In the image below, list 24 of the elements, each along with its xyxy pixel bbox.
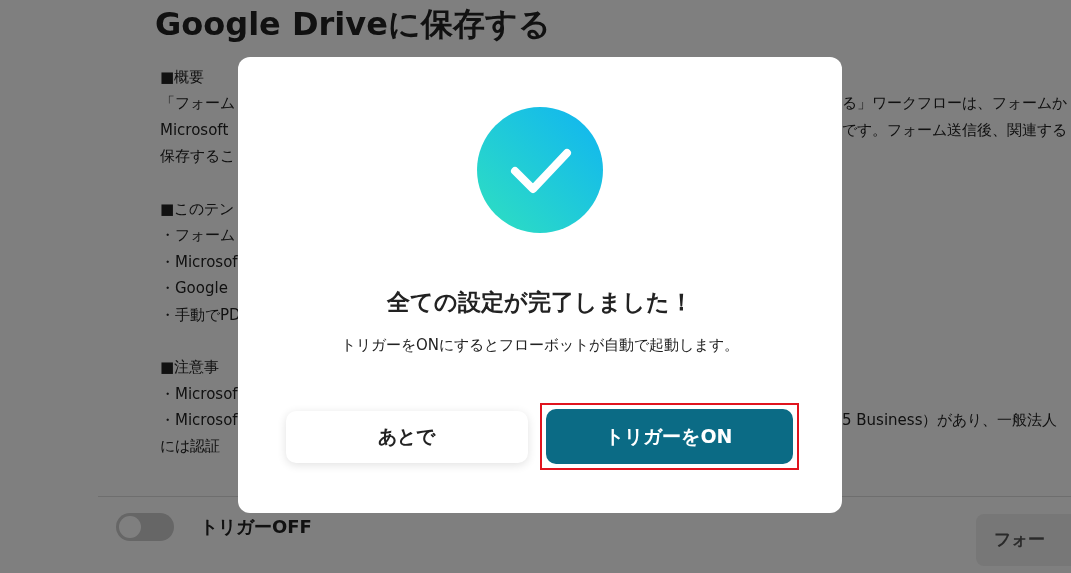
checkmark-icon [477,107,603,233]
page-title: Google Driveに保存する [155,4,552,45]
description-text: ・Microsof [160,252,238,271]
description-text: ■このテン [160,199,235,218]
description-text: 保存するこ [160,147,235,166]
description-text: です。フォーム送信後、関連する [842,120,1067,139]
dialog-title: 全ての設定が完了しました！ [387,288,693,317]
trigger-on-button[interactable]: トリガーをON [545,409,793,464]
description-text: には認証 [160,437,220,456]
trigger-status-label: トリガーOFF [200,514,312,539]
description-text: ・Google [160,279,228,298]
description-text: Microsoft [160,120,229,139]
later-button[interactable]: あとで [285,410,528,463]
description-text: 5 Business）があり、一般法人 [842,411,1058,430]
trigger-toggle[interactable] [116,512,174,541]
description-text: ■概要 [160,68,205,86]
description-text: ・フォーム [160,226,235,245]
description-text: ・Microsof [160,384,238,403]
description-text: ・Microsof [160,411,238,430]
description-text: 「フォーム [160,94,235,113]
description-text: ■注意事 [160,358,220,377]
form-button[interactable]: フォー [976,513,1071,566]
dialog-message: トリガーをONにするとフローボットが自動で起動します。 [341,336,739,355]
description-text: る」ワークフローは、フォームか [842,94,1067,113]
